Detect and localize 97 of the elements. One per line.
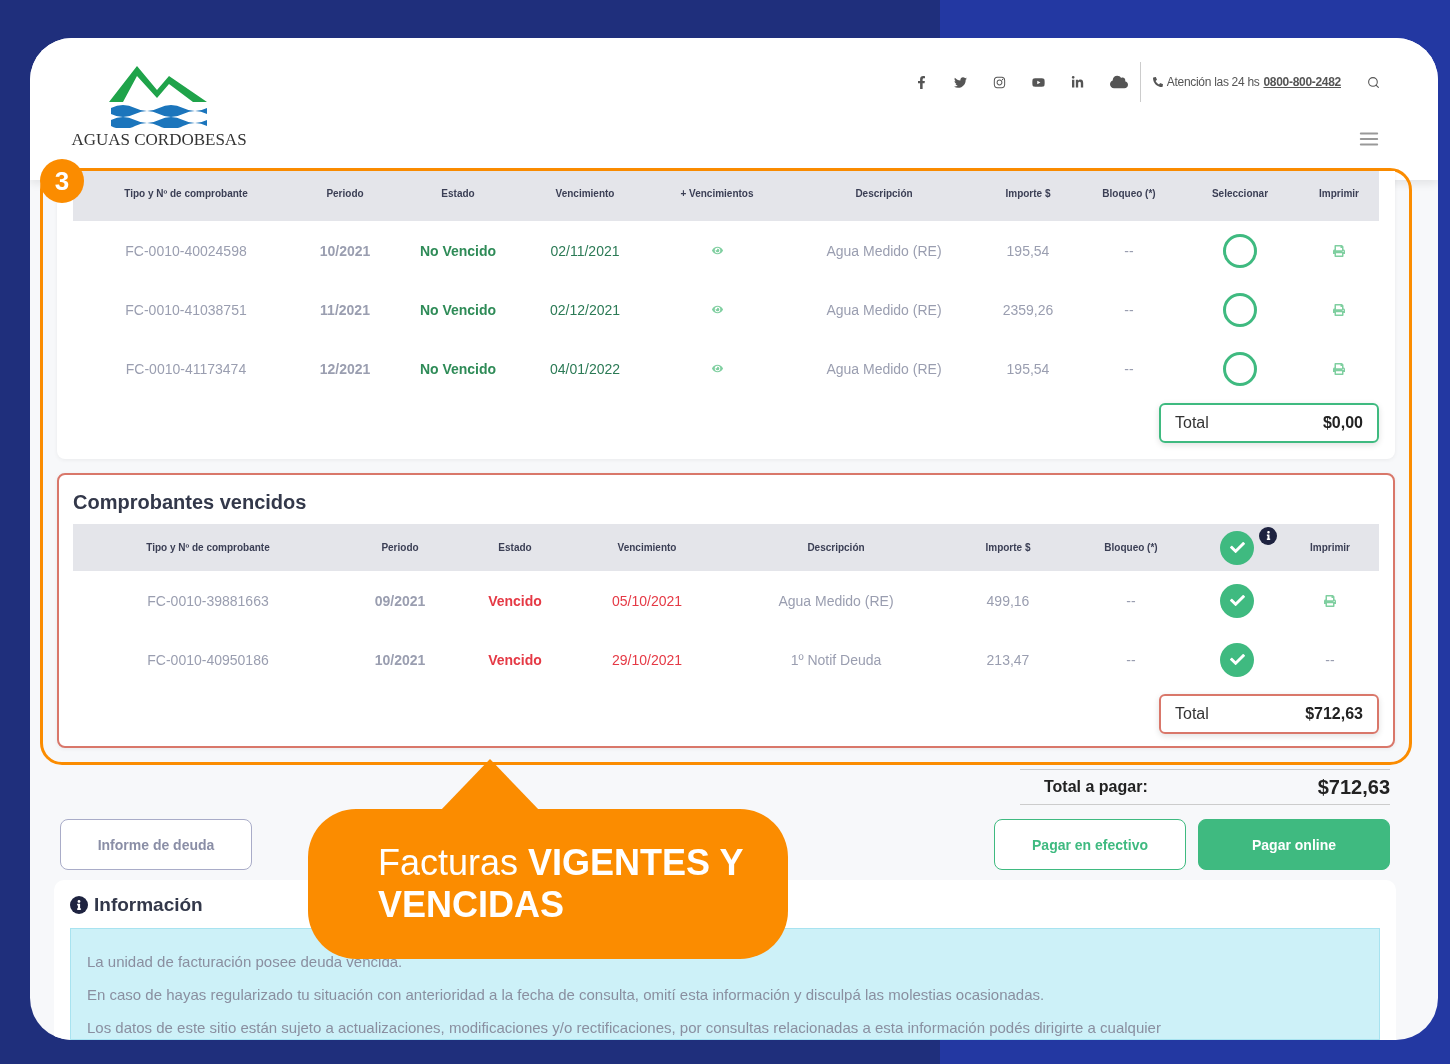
info-text: En caso de hayas regularizado tu situación con anterioridad a la fecha de consulta, omití esta información y disculpá las molestias ocasionadas. xyxy=(87,986,1046,1003)
description-text: Agua Medido (RE) xyxy=(826,360,942,377)
due-date: 02/11/2021 xyxy=(550,242,620,259)
column-header: Vencimiento xyxy=(555,188,615,199)
select-checkbox[interactable] xyxy=(1223,292,1257,327)
due-date: 29/10/2021 xyxy=(611,651,683,668)
printer-icon[interactable] xyxy=(1333,303,1345,316)
info-text: Los datos de este sitio están sujeto a actualizaciones, modificaciones y/o rectificaciones, por consultas relacionadas a esta información podés dirigirte a cualquier xyxy=(87,1019,1162,1036)
column-header: Estado xyxy=(441,188,475,199)
logo-text: AGUAS CORDOBESAS xyxy=(71,130,247,150)
print-text: -- xyxy=(1325,651,1335,668)
youtube-icon[interactable] xyxy=(1031,75,1045,89)
amount-text: 213,47 xyxy=(986,651,1030,668)
status-text: Vencido xyxy=(488,592,542,609)
total-value: $0,00 xyxy=(1322,414,1363,432)
description-text: 1º Notif Deuda xyxy=(790,651,882,668)
block-text: -- xyxy=(1124,301,1134,318)
instagram-icon[interactable] xyxy=(992,75,1006,89)
select-checkbox[interactable] xyxy=(1223,233,1257,268)
column-header: Tipo y Nº de comprobante xyxy=(146,542,270,553)
column-header: Tipo y Nº de comprobante xyxy=(124,188,248,199)
amount-text: 2359,26 xyxy=(1002,301,1054,318)
callout-text: Facturas VIGENTES Y VENCIDAS xyxy=(378,842,744,926)
column-header: Periodo xyxy=(326,188,364,199)
period-text: 10/2021 xyxy=(319,242,371,259)
total-label: Total xyxy=(1175,414,1209,432)
column-header: Bloqueo (*) xyxy=(1102,188,1156,199)
column-header: Seleccionar xyxy=(1211,188,1269,199)
column-header: Imprimir xyxy=(1319,188,1359,199)
period-text: 12/2021 xyxy=(319,360,371,377)
eye-icon[interactable] xyxy=(711,363,723,374)
receipt-number: FC-0010-41173474 xyxy=(125,360,247,377)
twitter-icon[interactable] xyxy=(953,75,967,89)
select-checkbox[interactable] xyxy=(1220,583,1254,618)
amount-text: 195,54 xyxy=(1006,242,1050,259)
search-icon[interactable] xyxy=(1367,75,1380,89)
contact-label: Atención las 24 hs xyxy=(1166,75,1260,89)
status-text: No Vencido xyxy=(419,242,497,259)
eye-icon[interactable] xyxy=(711,304,723,315)
column-header: Vencimiento xyxy=(617,542,677,553)
check-icon xyxy=(1229,652,1245,667)
column-header: + Vencimientos xyxy=(680,188,754,199)
info-icon xyxy=(70,896,88,914)
printer-icon[interactable] xyxy=(1333,362,1345,375)
phone-link[interactable]: 0800-800-2482 xyxy=(1263,75,1341,89)
due-date: 05/10/2021 xyxy=(611,592,683,609)
status-text: No Vencido xyxy=(419,301,497,318)
column-header: Descripción xyxy=(855,188,913,199)
cloud-icon[interactable] xyxy=(1109,73,1128,91)
receipt-number: FC-0010-39881663 xyxy=(147,592,269,609)
status-text: No Vencido xyxy=(419,360,497,377)
description-text: Agua Medido (RE) xyxy=(826,242,942,259)
amount-text: 499,16 xyxy=(986,592,1030,609)
eye-icon[interactable] xyxy=(711,245,723,256)
column-header: Importe $ xyxy=(985,542,1031,553)
block-text: -- xyxy=(1124,242,1134,259)
info-text: La unidad de facturación posee deuda vencida. xyxy=(87,953,404,970)
description-text: Agua Medido (RE) xyxy=(826,301,942,318)
column-header: Bloqueo (*) xyxy=(1104,542,1158,553)
total-label: Total xyxy=(1175,705,1209,723)
total-value: $712,63 xyxy=(1305,705,1363,723)
period-text: 10/2021 xyxy=(374,651,426,668)
description-text: Agua Medido (RE) xyxy=(778,592,894,609)
select-checkbox[interactable] xyxy=(1220,642,1254,677)
receipt-number: FC-0010-41038751 xyxy=(125,301,247,318)
column-header: Estado xyxy=(498,542,532,553)
pay-button[interactable]: Pagar online xyxy=(1198,819,1390,870)
debt-report-button[interactable]: Informe de deuda xyxy=(60,819,252,870)
section-title: Comprobantes vencidos xyxy=(73,491,308,514)
info-title: Información xyxy=(94,894,203,916)
select-all-checkbox[interactable] xyxy=(1220,530,1254,565)
printer-icon[interactable] xyxy=(1324,594,1336,607)
column-header: Periodo xyxy=(381,542,419,553)
period-text: 09/2021 xyxy=(374,592,426,609)
pay-button[interactable]: Pagar en efectivo xyxy=(994,819,1186,870)
check-icon xyxy=(1229,593,1245,608)
column-header: Imprimir xyxy=(1310,542,1350,553)
period-text: 11/2021 xyxy=(320,301,370,318)
block-text: -- xyxy=(1126,651,1136,668)
column-header: Importe $ xyxy=(1005,188,1051,199)
grand-total-value: $712,63 xyxy=(1317,775,1390,799)
column-header: Descripción xyxy=(807,542,865,553)
info-icon[interactable] xyxy=(1259,526,1277,545)
status-text: Vencido xyxy=(488,651,542,668)
check-icon xyxy=(1229,540,1245,555)
receipt-number: FC-0010-40950186 xyxy=(147,651,269,668)
block-text: -- xyxy=(1126,592,1136,609)
printer-icon[interactable] xyxy=(1333,244,1345,257)
grand-total-label: Total a pagar: xyxy=(1044,778,1148,796)
receipt-number: FC-0010-40024598 xyxy=(125,242,247,259)
amount-text: 195,54 xyxy=(1006,360,1050,377)
due-date: 02/12/2021 xyxy=(549,301,621,318)
phone-icon xyxy=(1152,77,1163,87)
linkedin-icon[interactable] xyxy=(1070,75,1084,89)
select-checkbox[interactable] xyxy=(1223,351,1257,386)
due-date: 04/01/2022 xyxy=(549,360,621,377)
block-text: -- xyxy=(1124,360,1134,377)
